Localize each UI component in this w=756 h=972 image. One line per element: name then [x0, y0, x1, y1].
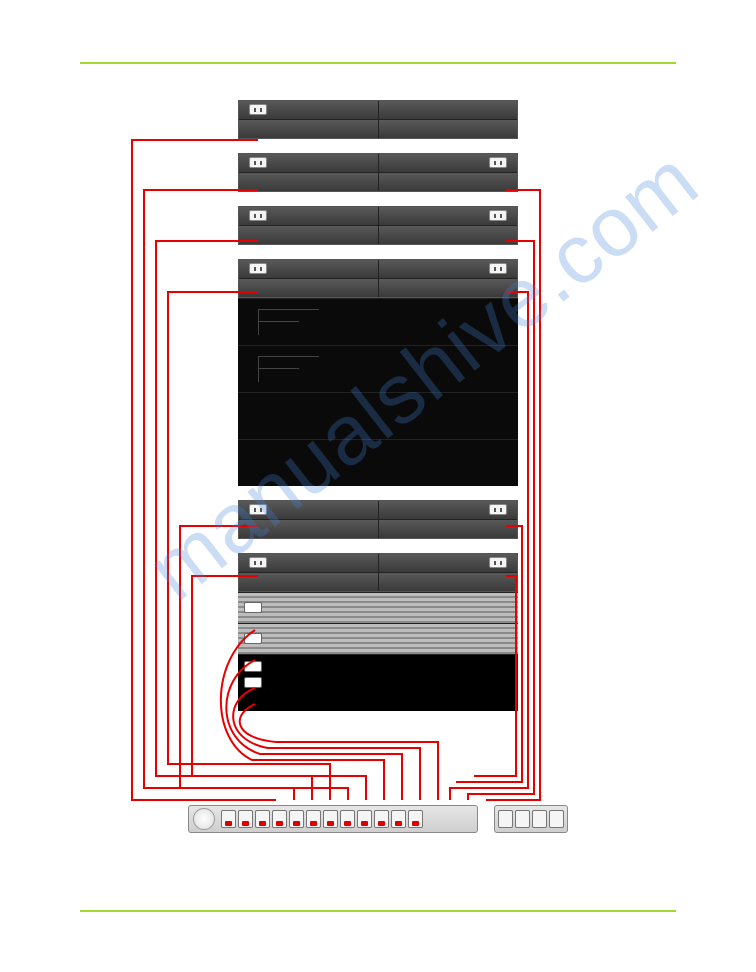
socket-icon: [374, 810, 389, 828]
psu-cell: [379, 501, 518, 519]
power-plug-icon: [244, 677, 262, 688]
power-plug-icon: [244, 633, 262, 644]
psu-cell: [379, 573, 518, 591]
psu-cell: [379, 520, 518, 538]
power-plug-icon: [489, 210, 507, 221]
psu-row: [239, 554, 517, 572]
psu-cell: [239, 573, 379, 591]
psu-cell: [379, 226, 518, 244]
power-plug-icon: [249, 263, 267, 274]
socket-icon: [340, 810, 355, 828]
psu-cell: [239, 154, 379, 172]
diagram-container: [0, 100, 756, 837]
socket-icon: [289, 810, 304, 828]
socket-icon: [255, 810, 270, 828]
psu-cell: [239, 226, 379, 244]
psu-cell: [379, 260, 518, 278]
socket-icon: [306, 810, 321, 828]
psu-cell: [379, 173, 518, 191]
pdu-strip: [188, 805, 478, 833]
divider-top: [80, 62, 676, 64]
psu-row: [239, 101, 517, 119]
psu-cell: [239, 260, 379, 278]
rack-group-1: [238, 100, 518, 139]
socket-icon: [238, 810, 253, 828]
socket-icon: [549, 810, 564, 828]
socket-icon: [391, 810, 406, 828]
rack-group-2: [238, 153, 518, 192]
psu-row: [239, 260, 517, 278]
psu-row: [239, 501, 517, 519]
power-plug-icon: [249, 104, 267, 115]
psu-cell: [379, 207, 518, 225]
psu-cell: [239, 207, 379, 225]
socket-icon: [498, 810, 513, 828]
air-gap: [238, 539, 518, 553]
pdu-breaker-icon: [193, 808, 215, 830]
power-plug-icon: [249, 210, 267, 221]
psu-row: [239, 519, 517, 538]
socket-icon: [272, 810, 287, 828]
controller-block: [238, 439, 518, 486]
controller-block: [238, 345, 518, 392]
socket-icon: [221, 810, 236, 828]
psu-row: [239, 225, 517, 244]
pdu-sockets: [221, 810, 473, 828]
black-unit: [238, 654, 518, 711]
psu-cell: [239, 501, 379, 519]
air-gap: [238, 139, 518, 153]
psu-row: [239, 207, 517, 225]
socket-icon: [323, 810, 338, 828]
air-gap: [238, 486, 518, 500]
psu-cell: [379, 279, 518, 297]
banded-unit: [238, 623, 518, 654]
psu-row: [239, 278, 517, 297]
psu-cell: [239, 279, 379, 297]
socket-icon: [532, 810, 547, 828]
psu-row: [239, 172, 517, 191]
air-gap: [238, 245, 518, 259]
power-plug-icon: [489, 557, 507, 568]
power-plug-icon: [249, 157, 267, 168]
psu-cell: [379, 154, 518, 172]
power-plug-icon: [489, 504, 507, 515]
power-plug-icon: [244, 661, 262, 672]
socket-icon: [515, 810, 530, 828]
psu-cell: [239, 101, 379, 119]
psu-cell: [379, 120, 518, 138]
psu-cell: [379, 101, 518, 119]
psu-cell: [239, 554, 379, 572]
power-plug-icon: [489, 157, 507, 168]
socket-icon: [408, 810, 423, 828]
socket-icon: [357, 810, 372, 828]
banded-unit: [238, 592, 518, 623]
psu-cell: [239, 120, 379, 138]
rack-group-3: [238, 206, 518, 245]
psu-cell: [379, 554, 518, 572]
air-gap: [238, 192, 518, 206]
rack-group-5: [238, 500, 518, 539]
power-plug-icon: [249, 504, 267, 515]
controller-block: [238, 298, 518, 345]
equipment-rack: [238, 100, 518, 711]
psu-row: [239, 154, 517, 172]
psu-row: [239, 572, 517, 591]
pdu-area: [188, 805, 568, 837]
divider-bottom: [80, 910, 676, 912]
controller-block: [238, 392, 518, 439]
psu-cell: [239, 173, 379, 191]
psu-row: [239, 119, 517, 138]
pdu-extension: [494, 805, 568, 833]
rack-group-6: [238, 553, 518, 592]
rack-group-4: [238, 259, 518, 298]
power-plug-icon: [249, 557, 267, 568]
power-plug-icon: [244, 602, 262, 613]
page: { "watermark": "manualshive.com", "diagr…: [0, 0, 756, 972]
psu-cell: [239, 520, 379, 538]
power-plug-icon: [489, 263, 507, 274]
